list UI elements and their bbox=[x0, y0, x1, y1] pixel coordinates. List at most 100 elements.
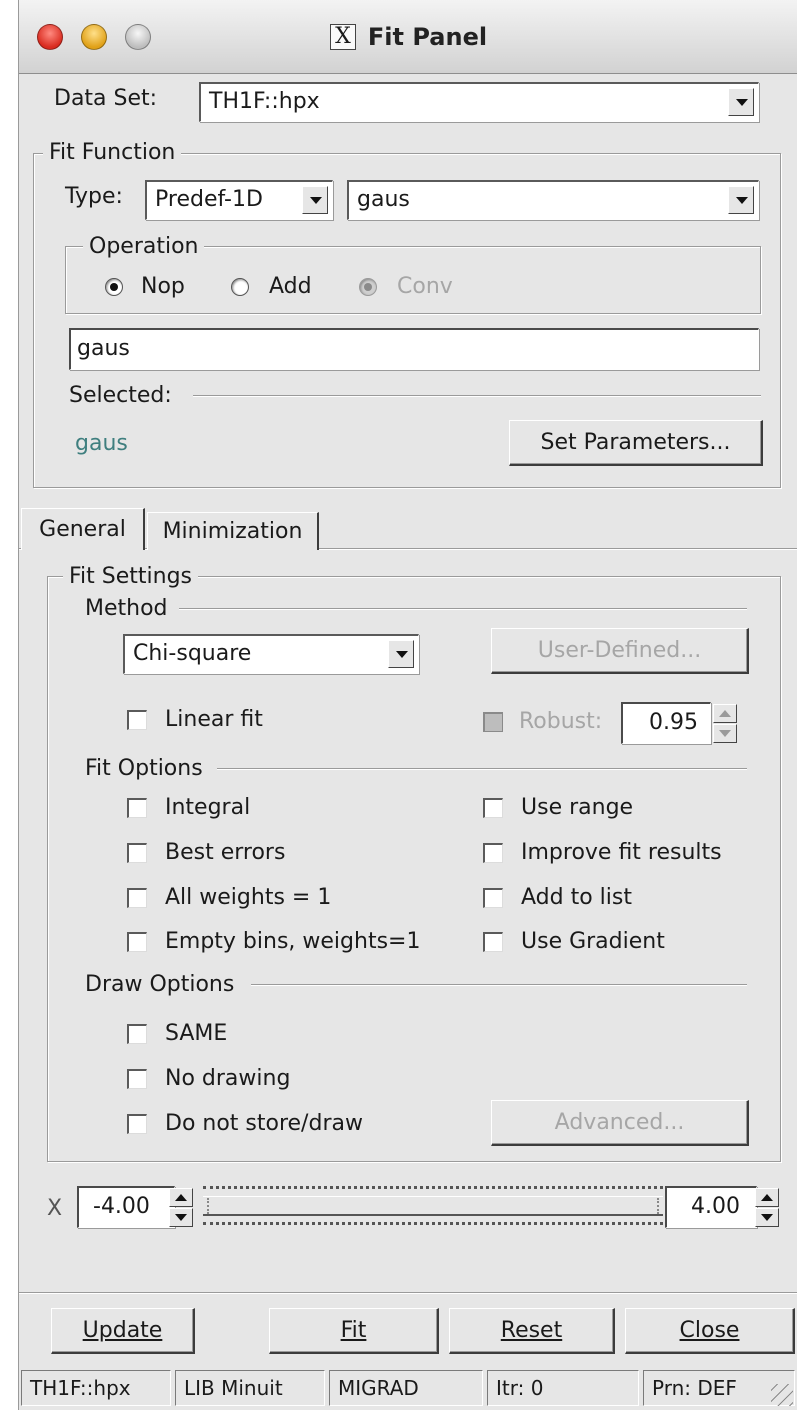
dataset-label: Data Set: bbox=[54, 86, 158, 111]
spin-down-icon[interactable] bbox=[713, 724, 737, 743]
status-iterations: Itr: 0 bbox=[487, 1370, 639, 1406]
linear-fit-checkbox[interactable] bbox=[127, 710, 147, 730]
do-not-store-checkbox[interactable] bbox=[127, 1114, 147, 1134]
range-min-value: -4.00 bbox=[93, 1194, 150, 1219]
advanced-button[interactable]: Advanced... bbox=[491, 1100, 749, 1146]
operation-group-title: Operation bbox=[83, 234, 205, 259]
range-min-spinner[interactable] bbox=[169, 1188, 193, 1228]
set-parameters-button[interactable]: Set Parameters... bbox=[509, 420, 763, 466]
no-drawing-checkbox[interactable] bbox=[127, 1069, 147, 1089]
integral-checkbox[interactable] bbox=[127, 798, 147, 818]
reset-button[interactable]: Reset bbox=[449, 1308, 615, 1354]
use-range-label: Use range bbox=[521, 795, 634, 820]
same-checkbox[interactable] bbox=[127, 1024, 147, 1044]
improve-fit-checkbox[interactable] bbox=[483, 843, 503, 863]
selected-function-value: gaus bbox=[75, 431, 128, 456]
dataset-value: TH1F::hpx bbox=[209, 89, 320, 114]
add-to-list-checkbox[interactable] bbox=[483, 888, 503, 908]
function-value: gaus bbox=[357, 187, 410, 212]
best-errors-label: Best errors bbox=[165, 840, 286, 865]
empty-bins-checkbox[interactable] bbox=[127, 932, 147, 952]
fit-panel-window: X Fit Panel Data Set: TH1F::hpx Fit Func… bbox=[18, 0, 797, 1410]
fit-button[interactable]: Fit bbox=[269, 1308, 439, 1354]
range-min-input[interactable]: -4.00 bbox=[77, 1186, 175, 1228]
reset-button-label: Reset bbox=[500, 1318, 563, 1343]
chevron-down-icon[interactable] bbox=[728, 88, 754, 116]
range-max-input[interactable]: 4.00 bbox=[665, 1186, 757, 1228]
do-not-store-label: Do not store/draw bbox=[165, 1111, 363, 1136]
close-button[interactable]: Close bbox=[625, 1308, 795, 1354]
robust-label: Robust: bbox=[519, 709, 603, 734]
fit-options-section-label: Fit Options bbox=[85, 756, 203, 781]
all-weights-checkbox[interactable] bbox=[127, 888, 147, 908]
slider-range-bar[interactable] bbox=[203, 1196, 663, 1216]
slider-min-grip-icon[interactable] bbox=[207, 1198, 217, 1214]
update-button-label: Update bbox=[82, 1318, 163, 1343]
empty-bins-label: Empty bins, weights=1 bbox=[165, 929, 421, 954]
fit-function-group-title: Fit Function bbox=[43, 140, 182, 165]
range-max-spinner[interactable] bbox=[755, 1188, 779, 1228]
tab-general[interactable]: General bbox=[21, 508, 145, 550]
method-section-label: Method bbox=[85, 596, 168, 621]
fit-settings-group-title: Fit Settings bbox=[63, 564, 199, 589]
robust-spinner[interactable] bbox=[713, 704, 737, 744]
range-slider[interactable] bbox=[203, 1184, 663, 1228]
buttons-divider bbox=[19, 1292, 797, 1294]
fit-options-divider bbox=[217, 768, 747, 770]
selected-divider bbox=[193, 395, 761, 397]
status-library: LIB Minuit bbox=[175, 1370, 325, 1406]
window-title: Fit Panel bbox=[367, 23, 488, 51]
dataset-combobox[interactable]: TH1F::hpx bbox=[199, 82, 759, 122]
all-weights-label: All weights = 1 bbox=[165, 885, 332, 910]
spin-up-icon[interactable] bbox=[713, 704, 737, 723]
spin-up-icon[interactable] bbox=[169, 1188, 193, 1207]
range-max-value: 4.00 bbox=[691, 1194, 740, 1219]
best-errors-checkbox[interactable] bbox=[127, 843, 147, 863]
conv-radio[interactable] bbox=[359, 278, 377, 296]
spin-down-icon[interactable] bbox=[755, 1208, 779, 1227]
type-combobox[interactable]: Predef-1D bbox=[145, 180, 333, 220]
same-label: SAME bbox=[165, 1021, 228, 1046]
method-combobox[interactable]: Chi-square bbox=[123, 634, 419, 674]
status-dataset: TH1F::hpx bbox=[21, 1370, 171, 1406]
formula-input[interactable]: gaus bbox=[69, 328, 759, 370]
method-divider bbox=[179, 608, 747, 610]
linear-fit-label: Linear fit bbox=[165, 707, 263, 732]
no-drawing-label: No drawing bbox=[165, 1066, 291, 1091]
x11-app-icon: X bbox=[329, 24, 356, 50]
spin-down-icon[interactable] bbox=[169, 1208, 193, 1227]
add-radio[interactable] bbox=[231, 278, 249, 296]
improve-fit-label: Improve fit results bbox=[521, 840, 722, 865]
conv-label: Conv bbox=[397, 274, 453, 299]
type-value: Predef-1D bbox=[155, 187, 263, 212]
function-combobox[interactable]: gaus bbox=[347, 180, 759, 220]
slider-max-grip-icon[interactable] bbox=[649, 1198, 659, 1214]
tab-minimization[interactable]: Minimization bbox=[147, 512, 319, 550]
title-bar[interactable]: X Fit Panel bbox=[19, 0, 797, 74]
update-button[interactable]: Update bbox=[51, 1308, 195, 1354]
nop-radio[interactable] bbox=[105, 278, 123, 296]
slider-bottom-track bbox=[203, 1222, 663, 1225]
use-gradient-checkbox[interactable] bbox=[483, 932, 503, 952]
use-gradient-label: Use Gradient bbox=[521, 929, 665, 954]
type-label: Type: bbox=[65, 184, 123, 209]
status-algorithm: MIGRAD bbox=[329, 1370, 483, 1406]
add-label: Add bbox=[269, 274, 312, 299]
robust-value-input[interactable]: 0.95 bbox=[621, 702, 711, 744]
chevron-down-icon[interactable] bbox=[388, 640, 414, 668]
method-value: Chi-square bbox=[133, 641, 252, 666]
range-axis-label: X bbox=[47, 1196, 63, 1221]
resize-grip-icon[interactable] bbox=[771, 1384, 793, 1406]
chevron-down-icon[interactable] bbox=[302, 186, 328, 214]
chevron-down-icon[interactable] bbox=[728, 186, 754, 214]
robust-value: 0.95 bbox=[649, 710, 698, 735]
spin-up-icon[interactable] bbox=[755, 1188, 779, 1207]
nop-label: Nop bbox=[141, 274, 185, 299]
selected-label: Selected: bbox=[69, 383, 172, 408]
slider-top-track bbox=[203, 1186, 663, 1189]
draw-options-section-label: Draw Options bbox=[85, 972, 235, 997]
use-range-checkbox[interactable] bbox=[483, 798, 503, 818]
formula-value: gaus bbox=[77, 336, 130, 361]
robust-checkbox[interactable] bbox=[483, 712, 503, 732]
user-defined-button[interactable]: User-Defined... bbox=[491, 628, 749, 674]
